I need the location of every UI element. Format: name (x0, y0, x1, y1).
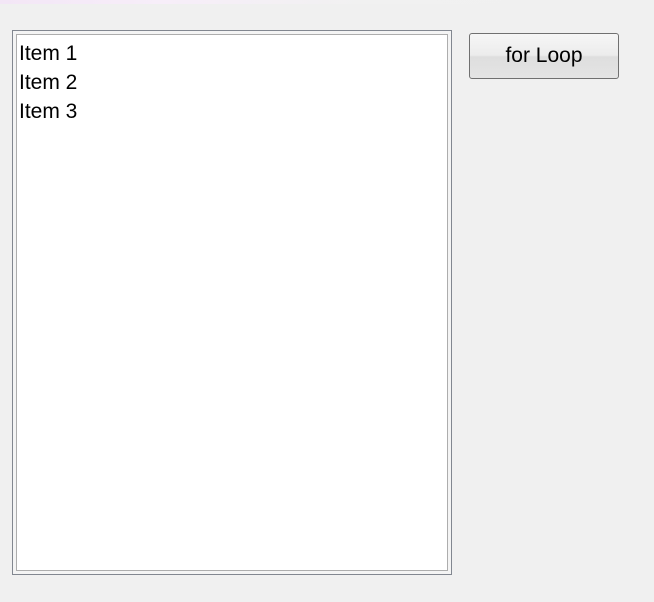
items-listbox[interactable]: Item 1 Item 2 Item 3 (12, 30, 452, 575)
for-loop-button[interactable]: for Loop (469, 33, 619, 79)
listbox-content-area[interactable]: Item 1 Item 2 Item 3 (16, 34, 448, 571)
application-window: Item 1 Item 2 Item 3 for Loop (0, 0, 654, 602)
list-item[interactable]: Item 1 (19, 39, 447, 68)
listbox-items: Item 1 Item 2 Item 3 (17, 35, 447, 126)
list-item[interactable]: Item 2 (19, 68, 447, 97)
title-bar-edge (0, 0, 654, 4)
list-item[interactable]: Item 3 (19, 97, 447, 126)
